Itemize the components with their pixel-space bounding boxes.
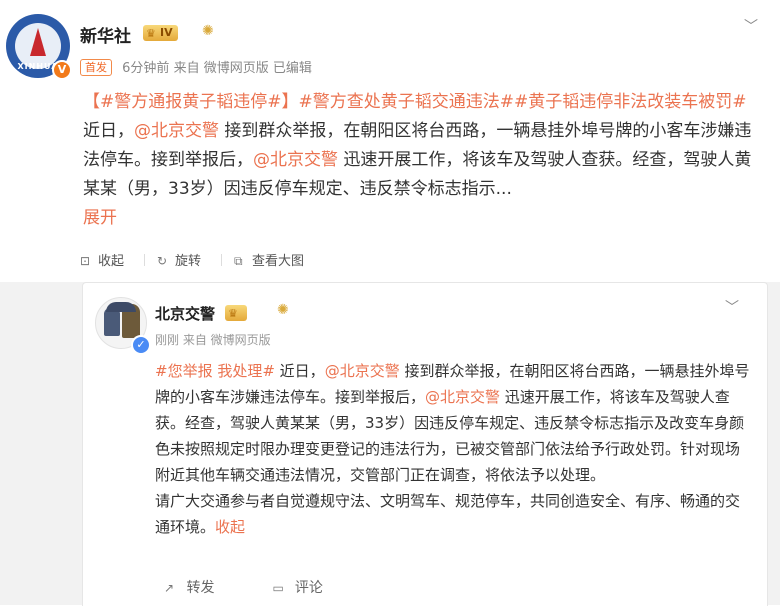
level-badge-text: IV bbox=[160, 26, 173, 39]
comment-button[interactable]: ▭ 评论 bbox=[272, 577, 322, 597]
comment-icon: ▭ bbox=[272, 581, 284, 595]
author-name[interactable]: 新华社 bbox=[80, 22, 131, 47]
view-large-label: 查看大图 bbox=[252, 254, 305, 269]
repost-source: 来自 微博网页版 bbox=[182, 333, 271, 347]
hashtag[interactable]: #警方查处黄子韬交通违法# bbox=[299, 92, 515, 112]
image-toolbar: ⊡ 收起 ↻ 旋转 ⧉ 查看大图 bbox=[80, 250, 324, 269]
level-badge: ♛ IV bbox=[143, 25, 178, 41]
verified-badge-icon: ✓ bbox=[131, 335, 151, 355]
chevron-down-icon[interactable]: ﹀ bbox=[744, 16, 758, 36]
level-badge: ♛ bbox=[225, 305, 247, 321]
crown-icon: ♛ bbox=[146, 27, 156, 40]
hashtag[interactable]: #黄子韬违停非法改装车被罚# bbox=[514, 92, 747, 112]
expand-link[interactable]: 展开 bbox=[83, 208, 117, 228]
repost-body: #您举报 我处理# 近日，@北京交警 接到群众举报，在朝阳区将台西路，一辆悬挂外… bbox=[155, 358, 751, 540]
rotate-button[interactable]: ↻ 旋转 bbox=[157, 250, 201, 269]
view-large-button[interactable]: ⧉ 查看大图 bbox=[234, 250, 304, 269]
reposted-card: ✓ 北京交警 ♛ ✺ ﹀ 刚刚 来自 微博网页版 #您举报 我处理# 近日，@北… bbox=[82, 282, 768, 606]
chevron-down-icon[interactable]: ﹀ bbox=[725, 297, 739, 317]
medal-icon: ✺ bbox=[277, 302, 289, 318]
repost-author-name[interactable]: 北京交警 bbox=[155, 303, 215, 324]
repost-paragraph: 请广大交通参与者自觉遵规守法、文明驾车、规范停车，共同创造安全、有序、畅通的交通… bbox=[155, 488, 751, 540]
post-meta: 首发 6分钟前 来自 微博网页版 已编辑 bbox=[80, 57, 312, 76]
crown-icon: ♛ bbox=[228, 307, 238, 320]
view-large-icon: ⧉ bbox=[234, 254, 243, 268]
weibo-post: XINHUA V 新华社 ♛ IV ✺ ﹀ 首发 6分钟前 来自 微博网页版 已编… bbox=[0, 0, 780, 240]
repost-actions: ↗ 转发 ▭ 评论 bbox=[164, 577, 381, 597]
collapse-label: 收起 bbox=[98, 254, 125, 269]
avatar-helmet bbox=[106, 302, 136, 312]
mention-link[interactable]: @北京交警 bbox=[325, 362, 400, 380]
verified-badge-icon: V bbox=[52, 60, 72, 80]
post-text: 近日， bbox=[83, 121, 134, 141]
mention-link[interactable]: @北京交警 bbox=[425, 388, 500, 406]
avatar-figure bbox=[104, 308, 120, 336]
repost-meta: 刚刚 来自 微博网页版 bbox=[155, 331, 271, 348]
divider bbox=[221, 254, 223, 266]
collapse-icon: ⊡ bbox=[80, 254, 91, 268]
repost-paragraph: #您举报 我处理# 近日，@北京交警 接到群众举报，在朝阳区将台西路，一辆悬挂外… bbox=[155, 358, 751, 488]
rotate-icon: ↻ bbox=[157, 254, 168, 268]
hashtag[interactable]: 【#警方通报黄子韬违停#】 bbox=[83, 92, 299, 112]
rotate-label: 旋转 bbox=[175, 254, 202, 269]
hashtag[interactable]: #您举报 我处理# bbox=[155, 362, 275, 380]
comment-label: 评论 bbox=[294, 580, 323, 596]
forward-icon: ↗ bbox=[164, 581, 175, 595]
repost-time[interactable]: 刚刚 bbox=[155, 333, 179, 347]
post-source: 来自 微博网页版 bbox=[173, 61, 269, 76]
mention-link[interactable]: @北京交警 bbox=[134, 121, 219, 141]
edited-label: 已编辑 bbox=[272, 61, 312, 76]
forward-button[interactable]: ↗ 转发 bbox=[164, 577, 214, 597]
forward-label: 转发 bbox=[186, 580, 215, 596]
medal-icon: ✺ bbox=[202, 23, 214, 39]
post-time[interactable]: 6分钟前 bbox=[122, 61, 169, 76]
collapse-button[interactable]: ⊡ 收起 bbox=[80, 250, 124, 269]
post-body: 【#警方通报黄子韬违停#】#警方查处黄子韬交通违法##黄子韬违停非法改装车被罚#… bbox=[83, 88, 763, 233]
pinned-badge: 首发 bbox=[80, 59, 112, 76]
collapse-link[interactable]: 收起 bbox=[215, 518, 245, 536]
mention-link[interactable]: @北京交警 bbox=[253, 150, 338, 170]
divider bbox=[144, 254, 146, 266]
post-text: 近日， bbox=[274, 362, 325, 380]
